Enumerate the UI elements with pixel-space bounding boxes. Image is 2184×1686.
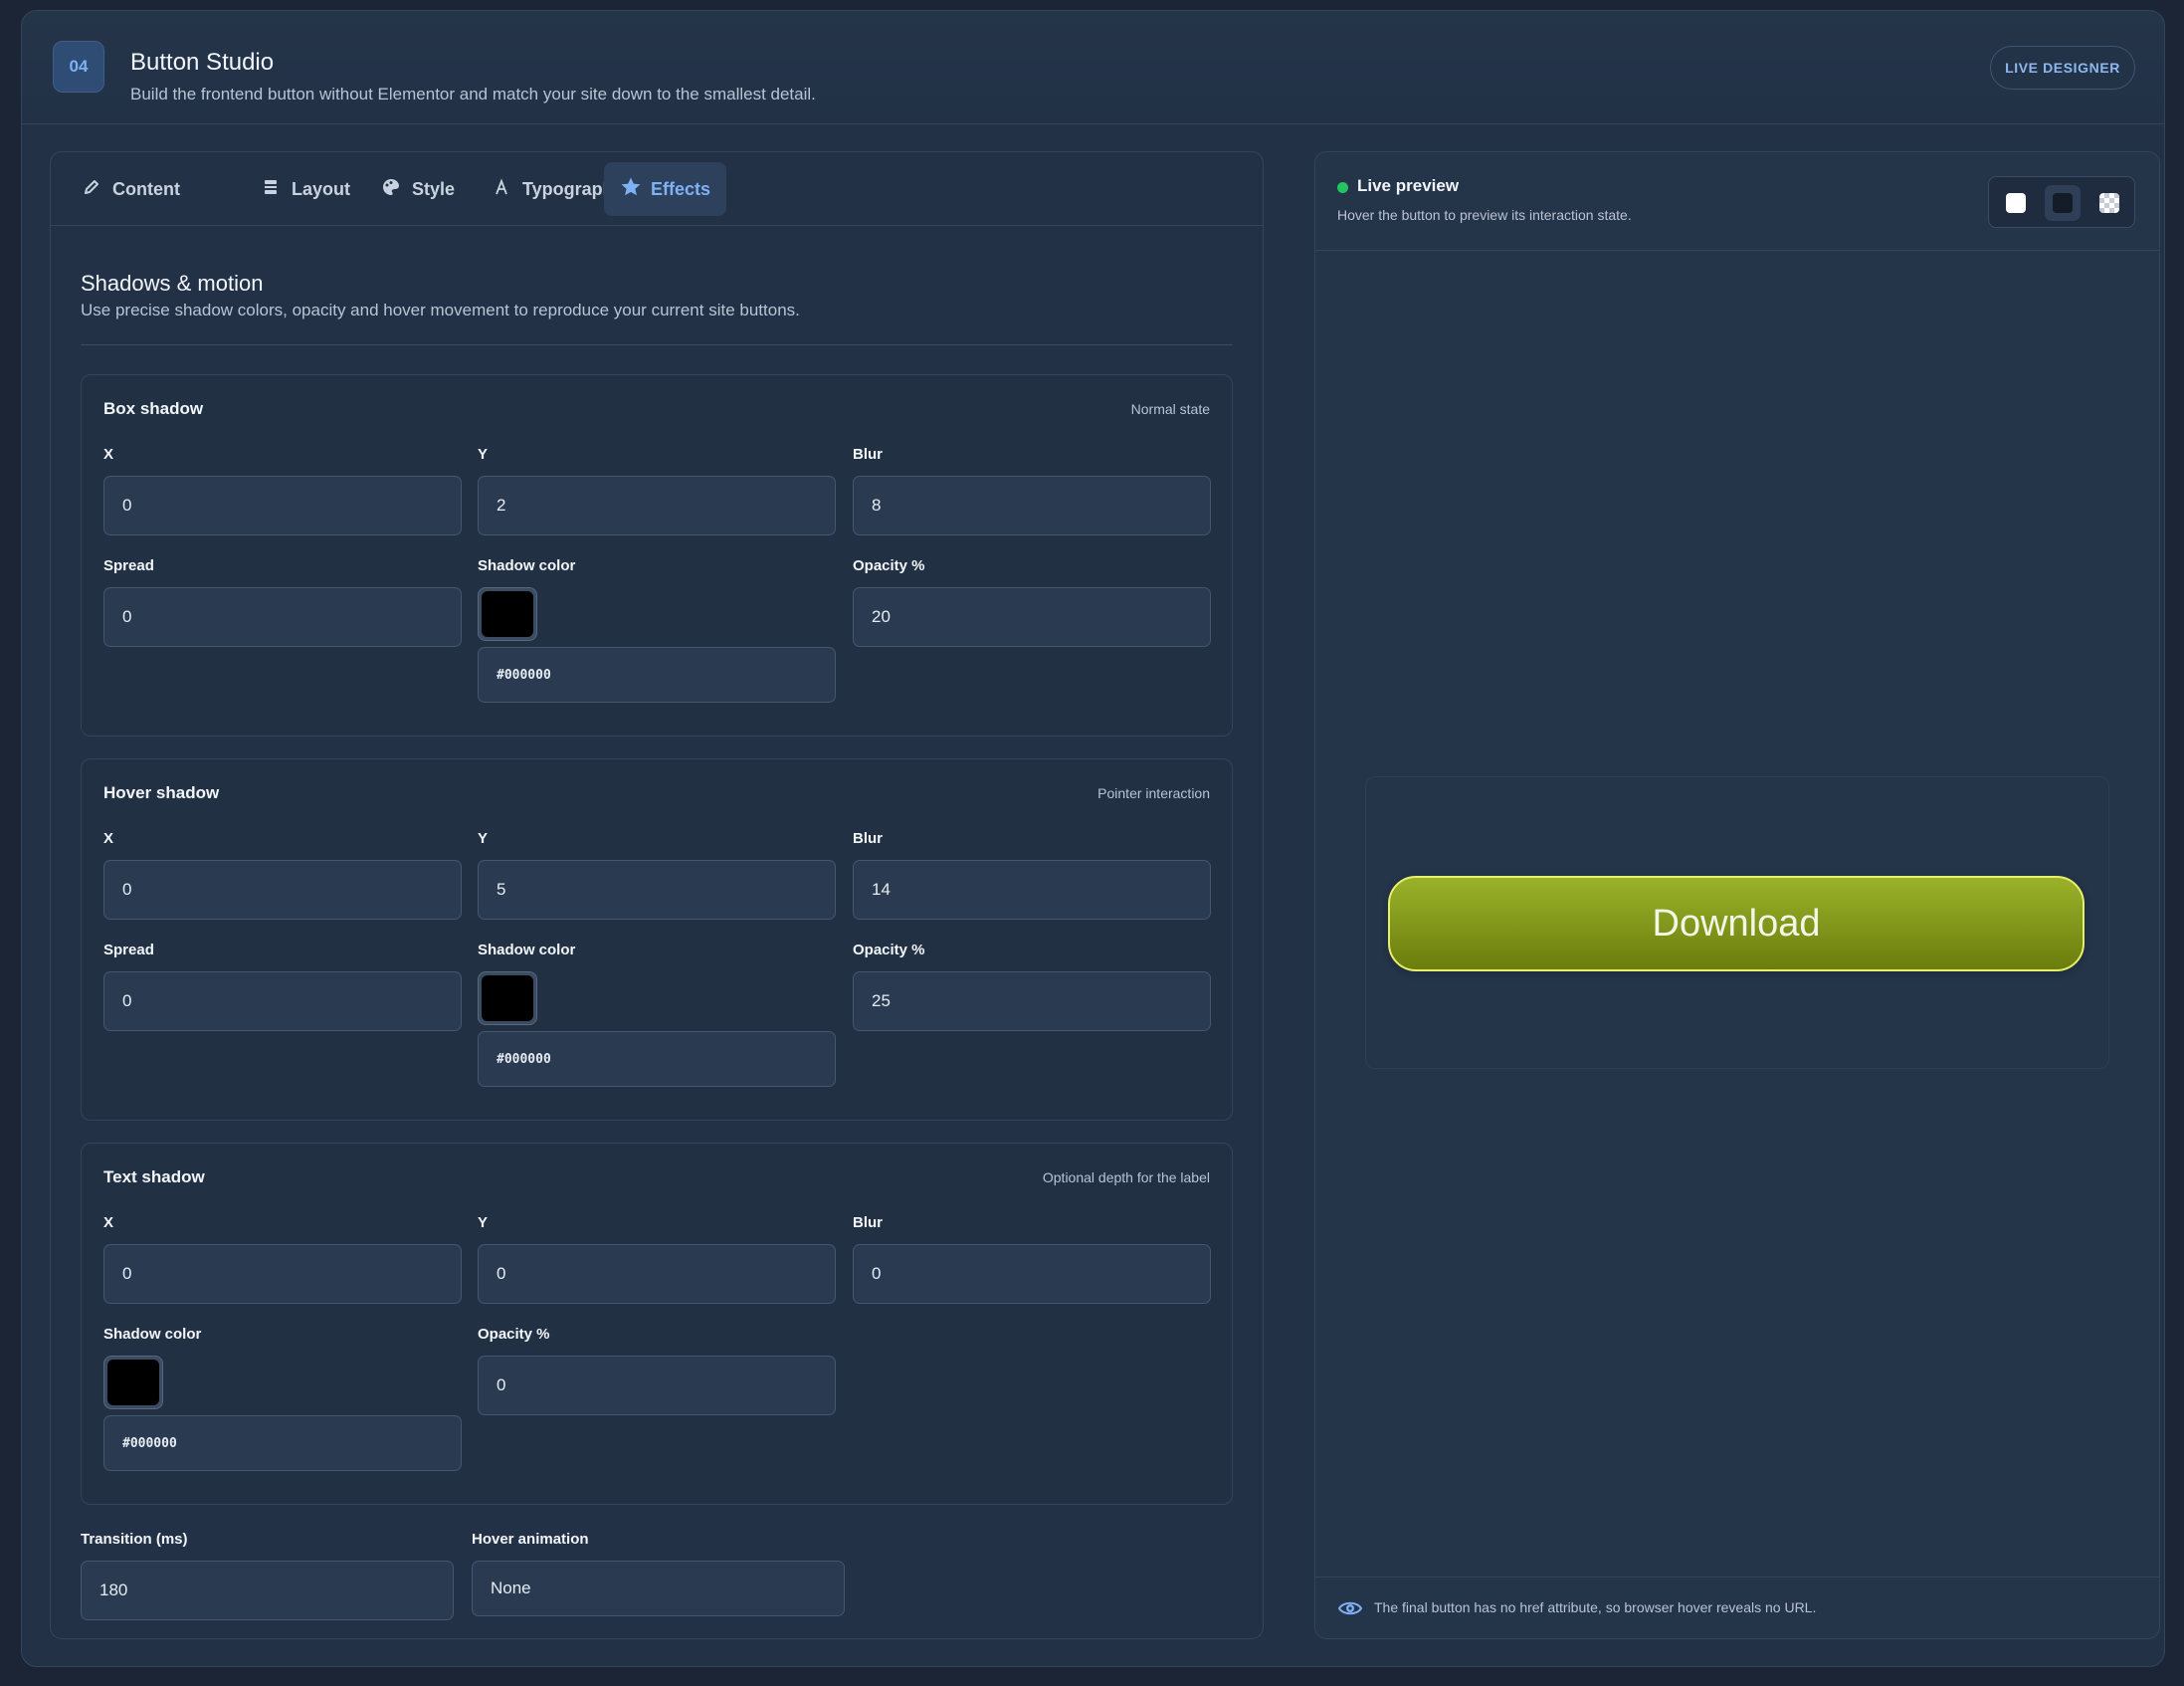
box-shadow-blur-input[interactable]: 8 [853,476,1211,535]
box-shadow-color-hex-input[interactable]: #000000 [478,647,836,703]
hover-shadow-blur-input[interactable]: 14 [853,860,1211,920]
hover-shadow-x-label: X [103,830,114,847]
layout-icon [261,178,281,201]
preview-subtitle: Hover the button to preview its interact… [1337,207,1632,223]
box-shadow-note: Normal state [1130,401,1210,417]
text-shadow-note: Optional depth for the label [1042,1169,1210,1185]
box-shadow-x-label: X [103,446,114,463]
download-preview-button[interactable]: Download [1388,876,2085,971]
text-shadow-color-label: Shadow color [103,1326,202,1343]
box-shadow-card: Box shadow Normal state X 0 Y 2 Blur 8 S… [81,374,1233,737]
tab-content-label: Content [112,178,180,199]
live-status-dot [1337,182,1348,193]
box-shadow-color-label: Shadow color [478,557,576,574]
button-studio-window: 04 Button Studio Build the frontend butt… [21,10,2165,1667]
tab-style-label: Style [412,178,456,199]
transition-input[interactable]: 180 [81,1561,454,1620]
box-shadow-spread-input[interactable]: 0 [103,587,462,647]
preview-footer-note: The final button has no href attribute, … [1374,1599,1817,1615]
page-subtitle: Build the frontend button without Elemen… [130,85,816,104]
color-swatch-fill [482,591,533,637]
text-shadow-y-label: Y [478,1214,489,1231]
hover-animation-select[interactable]: None [472,1561,845,1616]
section-title: Shadows & motion [81,271,264,296]
hover-animation-label: Hover animation [472,1531,589,1548]
hover-shadow-spread-label: Spread [103,942,154,958]
settings-panel: Content Layout Style Typography Effects … [50,151,1264,1639]
pencil-icon [82,178,101,201]
section-divider [81,344,1233,345]
white-square-icon [2006,193,2026,213]
text-shadow-y-input[interactable]: 0 [478,1244,836,1304]
hover-shadow-color-swatch[interactable] [478,971,537,1025]
box-shadow-x-input[interactable]: 0 [103,476,462,535]
text-shadow-color-swatch[interactable] [103,1356,163,1409]
tab-layout-label: Layout [292,178,351,199]
tab-style[interactable]: Style [365,162,471,216]
preview-stage: Download [1365,776,2109,1069]
studio-header: 04 Button Studio Build the frontend butt… [22,11,2164,124]
text-shadow-color-hex-input[interactable]: #000000 [103,1415,462,1471]
step-number-badge: 04 [53,41,104,93]
hover-shadow-note: Pointer interaction [1097,785,1210,801]
tab-effects[interactable]: Effects [604,162,727,216]
box-shadow-spread-label: Spread [103,557,154,574]
star-icon [620,176,641,203]
palette-icon [381,177,401,202]
typography-icon [492,177,511,201]
eye-icon [1337,1597,1363,1619]
box-shadow-blur-label: Blur [853,446,883,463]
preview-title: Live preview [1357,176,1460,195]
text-shadow-blur-label: Blur [853,1214,883,1231]
background-white-button[interactable] [1998,185,2034,221]
section-subtitle: Use precise shadow colors, opacity and h… [81,301,800,319]
live-preview-panel: Live preview Hover the button to preview… [1314,151,2160,1639]
hover-shadow-spread-input[interactable]: 0 [103,971,462,1031]
color-swatch-fill [107,1360,159,1405]
hover-shadow-title: Hover shadow [103,783,220,802]
dark-square-icon [2053,193,2073,213]
color-swatch-fill [482,975,533,1021]
box-shadow-y-input[interactable]: 2 [478,476,836,535]
text-shadow-blur-input[interactable]: 0 [853,1244,1211,1304]
hover-shadow-y-label: Y [478,830,489,847]
tab-layout[interactable]: Layout [245,162,366,216]
box-shadow-title: Box shadow [103,399,204,418]
background-checkered-button[interactable] [2091,185,2127,221]
preview-background-toggles [1988,176,2135,228]
transition-label: Transition (ms) [81,1531,188,1548]
text-shadow-card: Text shadow Optional depth for the label… [81,1143,1233,1505]
text-shadow-title: Text shadow [103,1167,205,1186]
text-shadow-opacity-label: Opacity % [478,1326,550,1343]
checkered-square-icon [2099,193,2119,213]
background-dark-button[interactable] [2045,185,2081,221]
tab-content[interactable]: Content [66,162,196,216]
page-title: Button Studio [130,49,275,76]
box-shadow-opacity-input[interactable]: 20 [853,587,1211,647]
preview-header: Live preview Hover the button to preview… [1315,152,2159,251]
box-shadow-opacity-label: Opacity % [853,557,925,574]
hover-shadow-opacity-label: Opacity % [853,942,925,958]
text-shadow-x-label: X [103,1214,114,1231]
box-shadow-color-swatch[interactable] [478,587,537,641]
settings-tabs: Content Layout Style Typography Effects [51,152,1263,226]
box-shadow-y-label: Y [478,446,489,463]
hover-shadow-x-input[interactable]: 0 [103,860,462,920]
hover-shadow-opacity-input[interactable]: 25 [853,971,1211,1031]
hover-shadow-y-input[interactable]: 5 [478,860,836,920]
text-shadow-opacity-input[interactable]: 0 [478,1356,836,1415]
text-shadow-x-input[interactable]: 0 [103,1244,462,1304]
hover-shadow-card: Hover shadow Pointer interaction X 0 Y 5… [81,758,1233,1121]
preview-footer: The final button has no href attribute, … [1315,1577,2159,1638]
live-designer-badge: LIVE DESIGNER [1990,46,2135,90]
tab-effects-label: Effects [651,178,711,199]
hover-shadow-blur-label: Blur [853,830,883,847]
hover-shadow-color-label: Shadow color [478,942,576,958]
hover-shadow-color-hex-input[interactable]: #000000 [478,1031,836,1087]
